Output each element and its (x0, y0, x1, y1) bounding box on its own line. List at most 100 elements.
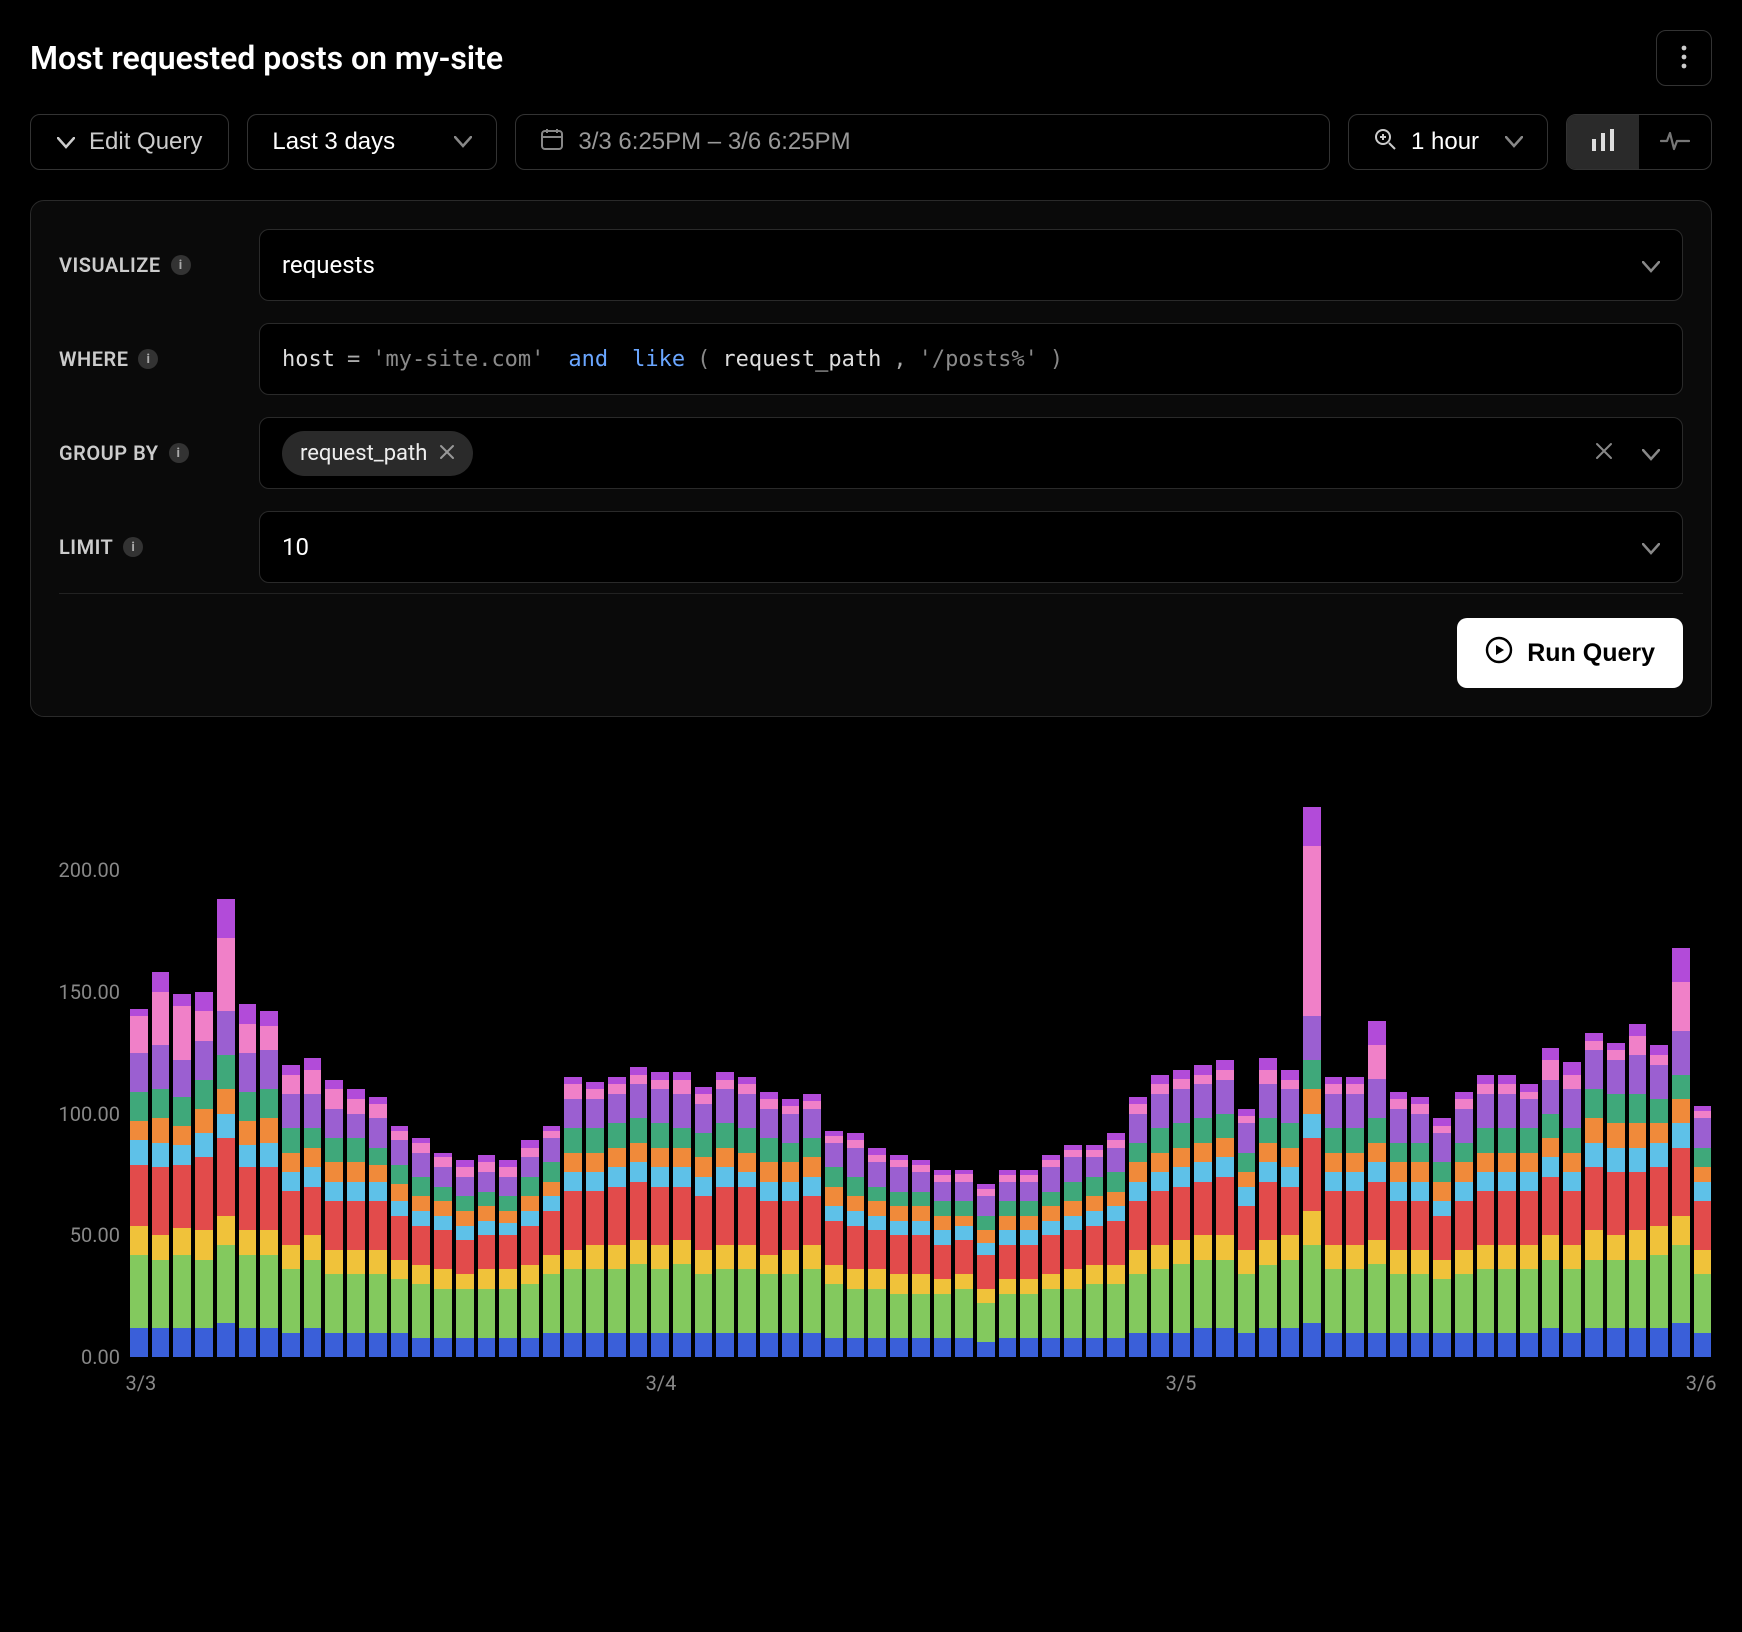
bar[interactable] (716, 1072, 734, 1357)
where-input[interactable]: host = 'my-site.com' and like(request_pa… (259, 323, 1683, 395)
bar[interactable] (1390, 1092, 1408, 1357)
limit-select[interactable]: 10 (259, 511, 1683, 583)
bar[interactable] (1694, 1106, 1712, 1357)
bar[interactable] (1281, 1070, 1299, 1357)
bar-segment (434, 1157, 452, 1167)
info-icon[interactable]: i (123, 537, 143, 557)
bar[interactable] (760, 1092, 778, 1357)
bar[interactable] (890, 1155, 908, 1357)
bar[interactable] (1585, 1033, 1603, 1357)
info-icon[interactable]: i (138, 349, 158, 369)
bar[interactable] (1650, 1045, 1668, 1357)
bar[interactable] (325, 1080, 343, 1357)
bar[interactable] (1259, 1058, 1277, 1357)
bar-segment (173, 1255, 191, 1328)
bar[interactable] (1672, 948, 1690, 1357)
bar[interactable] (152, 972, 170, 1357)
bar[interactable] (217, 899, 235, 1357)
bar[interactable] (304, 1058, 322, 1357)
bar[interactable] (782, 1099, 800, 1357)
group-by-input[interactable]: request_path (259, 417, 1683, 489)
bar[interactable] (1325, 1077, 1343, 1357)
bar[interactable] (955, 1170, 973, 1357)
bar[interactable] (260, 1011, 278, 1357)
bar-segment (1064, 1157, 1082, 1181)
info-icon[interactable]: i (169, 443, 189, 463)
date-range-picker[interactable]: 3/3 6:25PM – 3/6 6:25PM (515, 114, 1330, 170)
bar[interactable] (1238, 1109, 1256, 1357)
bar[interactable] (1151, 1075, 1169, 1357)
more-menu-button[interactable] (1656, 30, 1712, 86)
bar-segment (608, 1077, 626, 1084)
bar[interactable] (1629, 1024, 1647, 1357)
bar[interactable] (521, 1140, 539, 1357)
bar[interactable] (695, 1087, 713, 1357)
bar[interactable] (1498, 1075, 1516, 1357)
bar[interactable] (1455, 1092, 1473, 1357)
clear-field-button[interactable] (1594, 439, 1614, 467)
bar[interactable] (1346, 1077, 1364, 1357)
bar-segment (1129, 1162, 1147, 1181)
bar[interactable] (456, 1160, 474, 1357)
bar[interactable] (1303, 807, 1321, 1357)
run-query-button[interactable]: Run Query (1457, 618, 1683, 688)
line-chart-toggle[interactable] (1639, 115, 1711, 169)
bar[interactable] (1194, 1065, 1212, 1357)
bar[interactable] (282, 1065, 300, 1357)
time-range-select[interactable]: Last 3 days (247, 114, 497, 170)
bar[interactable] (543, 1126, 561, 1357)
bar[interactable] (1020, 1170, 1038, 1357)
bar-segment (782, 1182, 800, 1201)
bar[interactable] (412, 1138, 430, 1357)
bar[interactable] (391, 1126, 409, 1357)
bar[interactable] (868, 1148, 886, 1357)
close-icon[interactable] (439, 441, 455, 466)
bar[interactable] (1042, 1155, 1060, 1357)
bar[interactable] (1520, 1084, 1538, 1357)
bar[interactable] (999, 1170, 1017, 1357)
bar[interactable] (130, 1009, 148, 1357)
bar[interactable] (1433, 1118, 1451, 1357)
bar[interactable] (1107, 1133, 1125, 1357)
bar[interactable] (195, 992, 213, 1357)
bar-segment (630, 1075, 648, 1085)
interval-select[interactable]: 1 hour (1348, 114, 1548, 170)
group-by-chip[interactable]: request_path (282, 431, 473, 476)
bar[interactable] (369, 1097, 387, 1357)
bar-chart-toggle[interactable] (1567, 115, 1639, 169)
bar[interactable] (803, 1094, 821, 1357)
bar[interactable] (738, 1077, 756, 1357)
bar[interactable] (434, 1153, 452, 1357)
bar[interactable] (608, 1077, 626, 1357)
bar[interactable] (1477, 1075, 1495, 1357)
bar[interactable] (1173, 1070, 1191, 1357)
bar[interactable] (1086, 1145, 1104, 1357)
bar[interactable] (847, 1133, 865, 1357)
bar[interactable] (673, 1072, 691, 1357)
bar[interactable] (1216, 1060, 1234, 1357)
bar[interactable] (478, 1155, 496, 1357)
bar[interactable] (1368, 1021, 1386, 1357)
bar[interactable] (1607, 1043, 1625, 1357)
bar[interactable] (239, 1004, 257, 1357)
bar[interactable] (1064, 1145, 1082, 1357)
bar[interactable] (499, 1160, 517, 1357)
bar[interactable] (912, 1160, 930, 1357)
bar[interactable] (586, 1082, 604, 1357)
visualize-select[interactable]: requests (259, 229, 1683, 301)
bar[interactable] (825, 1131, 843, 1357)
bar[interactable] (347, 1089, 365, 1357)
bar-segment (152, 1045, 170, 1089)
bar[interactable] (977, 1184, 995, 1357)
bar[interactable] (173, 994, 191, 1357)
bar[interactable] (934, 1170, 952, 1357)
bar[interactable] (1411, 1097, 1429, 1357)
bar[interactable] (1542, 1048, 1560, 1357)
bar[interactable] (651, 1072, 669, 1357)
edit-query-button[interactable]: Edit Query (30, 114, 229, 170)
bar[interactable] (630, 1067, 648, 1357)
bar[interactable] (1129, 1097, 1147, 1357)
bar[interactable] (1563, 1062, 1581, 1357)
bar[interactable] (564, 1077, 582, 1357)
info-icon[interactable]: i (171, 255, 191, 275)
